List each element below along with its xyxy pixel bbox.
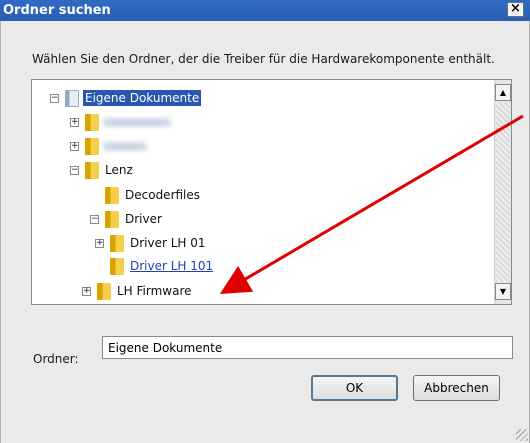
cancel-button[interactable]: Abbrechen	[413, 375, 500, 401]
annotation-arrow-line	[219, 114, 524, 295]
folder-input[interactable]	[102, 336, 513, 359]
resize-grip-icon[interactable]	[516, 429, 528, 441]
ok-button[interactable]: OK	[311, 375, 398, 401]
folder-field-label: Ordner:	[33, 352, 79, 366]
